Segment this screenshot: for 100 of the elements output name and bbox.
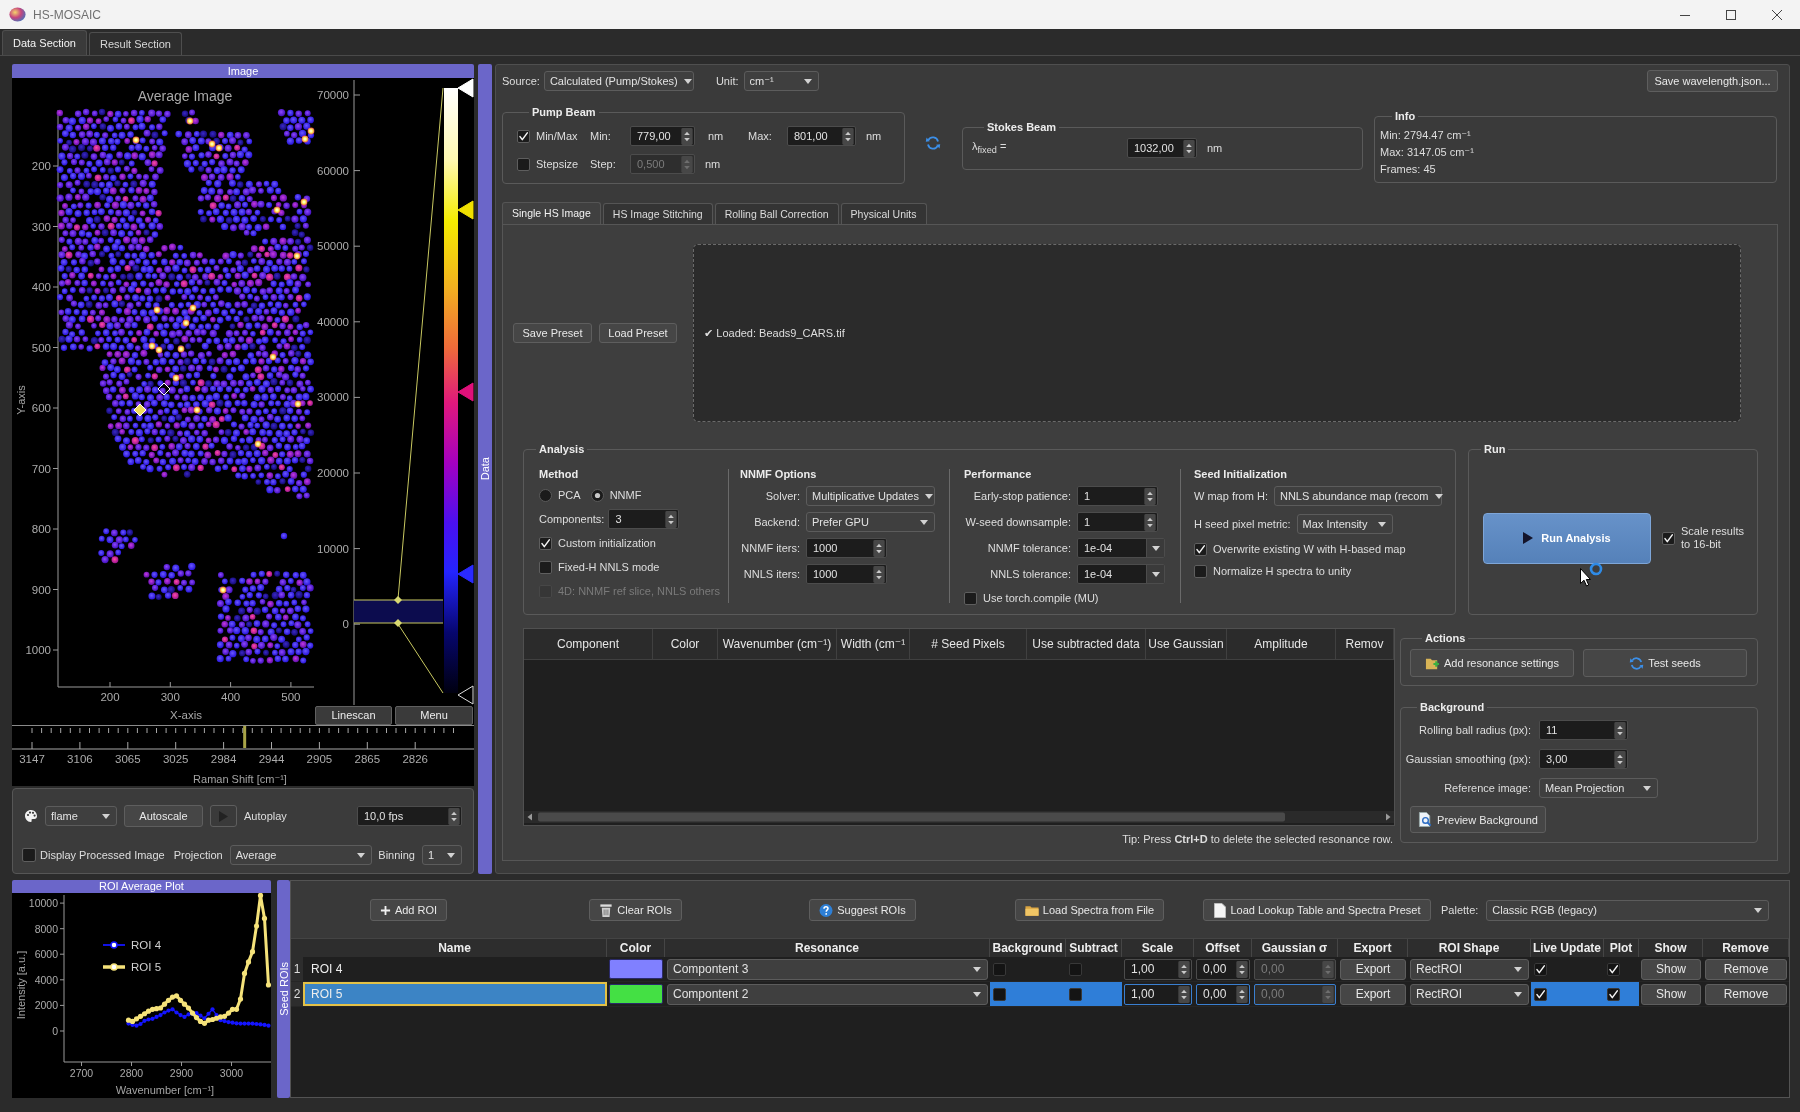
checkbox[interactable]	[1194, 542, 1207, 556]
color-swatch-icon[interactable]	[609, 959, 663, 979]
checkbox[interactable]	[22, 848, 36, 862]
column-header[interactable]: Remov	[1345, 637, 1384, 651]
roi-handle-icon[interactable]	[133, 403, 147, 417]
view-button[interactable]: Linescan	[315, 705, 392, 725]
spin-box[interactable]: 1	[1077, 486, 1158, 506]
dropdown[interactable]: Calculated (Pump/Stokes)	[543, 71, 694, 91]
column-header[interactable]: Show	[1654, 941, 1687, 955]
action-button[interactable]: Add resonance settings	[1410, 649, 1574, 677]
frame-slider[interactable]	[12, 726, 474, 750]
spin-arrows-icon[interactable]	[1183, 139, 1195, 157]
preset-button[interactable]: Load Preset	[599, 323, 677, 343]
table-cell[interactable]: ROI 4	[303, 957, 607, 981]
column-header[interactable]: Export	[1353, 941, 1392, 955]
checkbox[interactable]	[993, 987, 1006, 1001]
column-header[interactable]: Scale	[1141, 941, 1174, 955]
spin-arrows-icon[interactable]	[681, 127, 693, 145]
spin-arrows-icon[interactable]	[873, 565, 885, 583]
dropdown[interactable]: Compontent 2	[667, 983, 988, 1005]
radio-button[interactable]	[590, 488, 604, 502]
action-button[interactable]: Test seeds	[1583, 649, 1747, 677]
spin-arrows-icon[interactable]	[1144, 487, 1156, 505]
checkbox[interactable]	[1607, 987, 1620, 1001]
editable-dropdown[interactable]: 1e-04	[1077, 538, 1165, 558]
checkbox[interactable]	[1194, 564, 1207, 578]
run-analysis-button[interactable]: Run Analysis	[1483, 512, 1651, 564]
roi-toolbar-button[interactable]: Load Lookup Table and Spectra Preset	[1202, 899, 1431, 921]
checkbox[interactable]	[539, 560, 552, 574]
spin-box[interactable]: 1000	[806, 538, 887, 558]
dropdown[interactable]: RectROI	[1410, 983, 1529, 1005]
export-button[interactable]: Export	[1340, 958, 1406, 980]
column-header[interactable]: Use subtracted data	[1032, 637, 1140, 651]
spin-box[interactable]: 0,00	[1196, 983, 1250, 1005]
column-header[interactable]: ROI Shape	[1438, 941, 1500, 955]
spin-arrows-icon[interactable]	[842, 127, 854, 145]
checkbox[interactable]	[1069, 987, 1082, 1001]
column-header[interactable]: Use Gaussian	[1148, 637, 1224, 651]
dropdown[interactable]: Prefer GPU	[806, 512, 935, 532]
checkbox[interactable]	[517, 129, 530, 143]
play-button[interactable]	[210, 805, 237, 827]
column-header[interactable]: Plot	[1609, 941, 1633, 955]
dropdown[interactable]: Mean Projection	[1539, 778, 1658, 798]
dropdown[interactable]: cm⁻¹	[743, 71, 819, 91]
autoscale-button[interactable]: Autoscale	[124, 805, 203, 827]
dropdown[interactable]: 1	[422, 845, 462, 865]
spin-arrows-icon[interactable]	[665, 510, 678, 528]
spin-arrows-icon[interactable]	[1236, 985, 1248, 1003]
column-header[interactable]: Amplitude	[1254, 637, 1308, 651]
section-tab[interactable]: Data Section	[2, 30, 87, 55]
tab[interactable]: HS Image Stitching	[602, 203, 713, 224]
column-header[interactable]: Color	[619, 941, 652, 955]
show-button[interactable]: Show	[1641, 983, 1701, 1005]
roi-toolbar-button[interactable]: Suggest ROIs	[809, 899, 916, 921]
column-header[interactable]: Wavenumber (cm⁻¹)	[722, 637, 832, 651]
roi-handle-icon[interactable]	[157, 382, 171, 396]
radio-button[interactable]	[539, 488, 552, 502]
dropdown[interactable]: flame	[45, 806, 117, 826]
column-header[interactable]: Name	[438, 941, 471, 955]
column-header[interactable]: Remove	[1722, 941, 1769, 955]
maximize-icon[interactable]	[1726, 9, 1736, 20]
spin-box[interactable]: 0,00	[1196, 958, 1250, 980]
spin-arrows-icon[interactable]	[873, 539, 885, 557]
checkbox[interactable]	[1607, 962, 1620, 976]
spin-box[interactable]: 11	[1539, 720, 1628, 740]
column-header[interactable]: Width (cm⁻¹	[840, 637, 906, 651]
roi-toolbar-button[interactable]: Add ROI	[369, 899, 448, 921]
save-button[interactable]: Save wavelength.json...	[1647, 70, 1778, 92]
remove-button[interactable]: Remove	[1705, 983, 1787, 1005]
spin-box[interactable]: 1000	[806, 564, 887, 584]
spin-arrows-icon[interactable]	[1178, 985, 1190, 1003]
checkbox[interactable]	[1534, 987, 1547, 1001]
spin-arrows-icon[interactable]	[1614, 750, 1626, 768]
spin-box[interactable]: 3	[608, 509, 680, 529]
checkbox[interactable]	[993, 962, 1006, 976]
roi-toolbar-button[interactable]: Load Spectra from File	[1014, 899, 1165, 921]
spin-box[interactable]: 801,00	[787, 126, 856, 146]
histogram-region[interactable]	[353, 87, 444, 694]
spin-box[interactable]: 10,0 fps	[357, 806, 462, 826]
column-header[interactable]: Background	[992, 941, 1063, 955]
color-swatch-icon[interactable]	[609, 984, 663, 1004]
spin-box[interactable]: 1,00	[1124, 983, 1192, 1005]
show-button[interactable]: Show	[1641, 958, 1701, 980]
row-number[interactable]: 2	[291, 982, 303, 1006]
spin-box[interactable]: 3,00	[1539, 749, 1628, 769]
dropdown[interactable]: Average	[229, 845, 373, 865]
editable-dropdown[interactable]: 1e-04	[1077, 564, 1165, 584]
dropdown[interactable]: Compontent 3	[667, 958, 988, 980]
spin-arrows-icon[interactable]	[1144, 513, 1156, 531]
spin-arrows-icon[interactable]	[448, 807, 460, 825]
dropdown[interactable]: Max Intensity	[1296, 514, 1393, 534]
column-header[interactable]: Gaussian σ	[1261, 941, 1328, 955]
column-header[interactable]: Color	[670, 637, 700, 651]
dropdown[interactable]: Classic RGB (legacy)	[1486, 899, 1770, 921]
column-header[interactable]: # Seed Pixels	[931, 637, 1005, 651]
column-header[interactable]: Component	[556, 637, 619, 651]
roi-toolbar-button[interactable]: Clear ROIs	[589, 899, 682, 921]
remove-button[interactable]: Remove	[1705, 958, 1787, 980]
checkbox[interactable]	[1534, 962, 1547, 976]
dropdown[interactable]: Multiplicative Updates	[806, 486, 935, 506]
